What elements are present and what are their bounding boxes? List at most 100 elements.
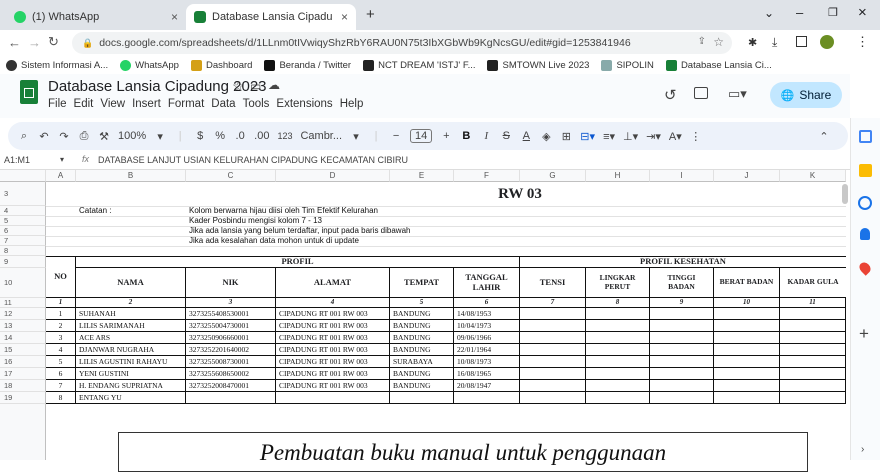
table-cell[interactable]: 3273255608650002 [186, 368, 276, 380]
keep-icon[interactable] [859, 164, 872, 177]
move-folder-icon[interactable]: ▭ [250, 79, 261, 93]
meet-icon[interactable]: ▭▾ [728, 86, 747, 102]
paint-format-icon[interactable]: ⚒ [98, 130, 110, 143]
bookmark-star-icon[interactable]: ☆ [713, 35, 724, 49]
more-icon[interactable]: ⋮ [690, 130, 702, 143]
menu-tools[interactable]: Tools [243, 98, 270, 110]
table-cell[interactable] [186, 392, 276, 404]
header-nik[interactable]: NIK [186, 268, 276, 298]
table-cell[interactable]: YENI GUSTINI [76, 368, 186, 380]
column-number-cell[interactable]: 7 [520, 298, 586, 308]
table-cell[interactable]: LILIS SARIMANAH [76, 320, 186, 332]
redo-icon[interactable]: ↷ [58, 130, 70, 143]
text-color-icon[interactable]: A [520, 130, 532, 142]
menu-view[interactable]: View [100, 98, 125, 110]
font-size-increase-icon[interactable]: + [440, 130, 452, 142]
table-cell[interactable] [586, 392, 650, 404]
reload-icon[interactable]: ↻ [48, 34, 59, 50]
table-cell[interactable] [520, 392, 586, 404]
table-cell[interactable] [586, 380, 650, 392]
bookmark-item[interactable]: NCT DREAM 'ISTJ' F... [363, 59, 475, 71]
text-wrap-icon[interactable]: ⇥▾ [646, 130, 661, 143]
header-tensi[interactable]: TENSI [520, 268, 586, 298]
table-cell[interactable] [650, 392, 714, 404]
table-cell[interactable]: 3273252008470001 [186, 380, 276, 392]
table-cell[interactable] [520, 320, 586, 332]
align-horizontal-icon[interactable]: ≡▾ [603, 130, 615, 143]
bookmark-item[interactable]: SIPOLIN [601, 59, 654, 71]
note-line[interactable]: Kolom berwarna hijau diisi oleh Tim Efek… [186, 206, 378, 216]
close-tab-icon[interactable]: × [171, 10, 178, 24]
header-profil-kesehatan[interactable]: PROFIL KESEHATAN [520, 256, 846, 268]
column-number-cell[interactable]: 2 [76, 298, 186, 308]
table-cell[interactable]: 3273250906660001 [186, 332, 276, 344]
strikethrough-icon[interactable]: S [500, 130, 512, 142]
header-lingkar-perut[interactable]: LINGKAR PERUT [586, 268, 650, 298]
table-cell[interactable]: CIPADUNG RT 001 RW 003 [276, 332, 390, 344]
url-field[interactable]: 🔒 docs.google.com/spreadsheets/d/1LLnm0t… [72, 32, 732, 54]
bold-icon[interactable]: B [460, 130, 472, 142]
row-number-cell[interactable]: 3 [46, 332, 76, 344]
row-header[interactable]: 13 [0, 320, 46, 332]
sidebar-icon[interactable] [796, 36, 807, 47]
header-nama[interactable]: NAMA [76, 268, 186, 298]
table-cell[interactable] [276, 392, 390, 404]
table-cell[interactable]: CIPADUNG RT 001 RW 003 [276, 344, 390, 356]
table-cell[interactable] [780, 368, 846, 380]
table-cell[interactable] [780, 308, 846, 320]
row-number-cell[interactable]: 7 [46, 380, 76, 392]
table-cell[interactable] [520, 308, 586, 320]
row-header[interactable]: 4 [0, 206, 46, 216]
table-cell[interactable] [586, 320, 650, 332]
column-header-b[interactable]: B [76, 170, 186, 182]
column-header-j[interactable]: J [714, 170, 780, 182]
column-number-cell[interactable]: 3 [186, 298, 276, 308]
tasks-icon[interactable] [858, 196, 872, 210]
table-cell[interactable] [780, 380, 846, 392]
column-number-cell[interactable]: 6 [454, 298, 520, 308]
row-header[interactable]: 8 [0, 246, 46, 256]
table-cell[interactable] [780, 332, 846, 344]
table-cell[interactable]: CIPADUNG RT 001 RW 003 [276, 320, 390, 332]
minimize-button[interactable]: – [796, 5, 803, 20]
zoom-select[interactable]: 100% [118, 130, 146, 142]
table-cell[interactable] [586, 368, 650, 380]
chevron-right-icon[interactable]: › [861, 444, 864, 455]
table-cell[interactable] [714, 344, 780, 356]
row-number-cell[interactable]: 8 [46, 392, 76, 404]
row-header[interactable]: 3 [0, 182, 46, 206]
column-header-a[interactable]: A [46, 170, 76, 182]
row-header[interactable]: 19 [0, 392, 46, 404]
table-cell[interactable] [714, 392, 780, 404]
column-header-c[interactable]: C [186, 170, 276, 182]
table-cell[interactable]: BANDUNG [390, 308, 454, 320]
table-cell[interactable]: ENTANG YU [76, 392, 186, 404]
share-button[interactable]: 🌐 Share [770, 82, 842, 108]
table-cell[interactable] [520, 344, 586, 356]
table-cell[interactable] [390, 392, 454, 404]
bookmark-item[interactable]: Sistem Informasi A... [6, 59, 108, 71]
row-number-cell[interactable]: 5 [46, 356, 76, 368]
column-header-e[interactable]: E [390, 170, 454, 182]
star-icon[interactable]: ☆ [232, 78, 245, 95]
table-cell[interactable] [520, 368, 586, 380]
bookmark-item[interactable]: Beranda / Twitter [264, 59, 351, 71]
header-no[interactable]: NO [46, 256, 76, 298]
font-size-input[interactable]: 14 [410, 129, 433, 143]
menu-extensions[interactable]: Extensions [276, 98, 332, 110]
chevron-down-icon[interactable]: ▾ [350, 130, 362, 143]
table-cell[interactable] [650, 356, 714, 368]
increase-decimal-button[interactable]: .00 [254, 130, 269, 142]
table-cell[interactable] [586, 344, 650, 356]
collapse-toolbar-icon[interactable]: ⌃ [818, 130, 830, 143]
formula-input[interactable]: DATABASE LANJUT USIAN KELURAHAN CIPADUNG… [98, 155, 408, 165]
add-addon-icon[interactable]: + [859, 324, 869, 344]
header-kadar-gula[interactable]: KADAR GULA [780, 268, 846, 298]
tab-whatsapp[interactable]: (1) WhatsApp × [6, 4, 186, 30]
column-number-cell[interactable]: 10 [714, 298, 780, 308]
menu-insert[interactable]: Insert [132, 98, 161, 110]
table-cell[interactable] [454, 392, 520, 404]
print-icon[interactable]: ⎙ [78, 130, 90, 143]
currency-button[interactable]: $ [194, 130, 206, 142]
percent-button[interactable]: % [214, 130, 226, 142]
